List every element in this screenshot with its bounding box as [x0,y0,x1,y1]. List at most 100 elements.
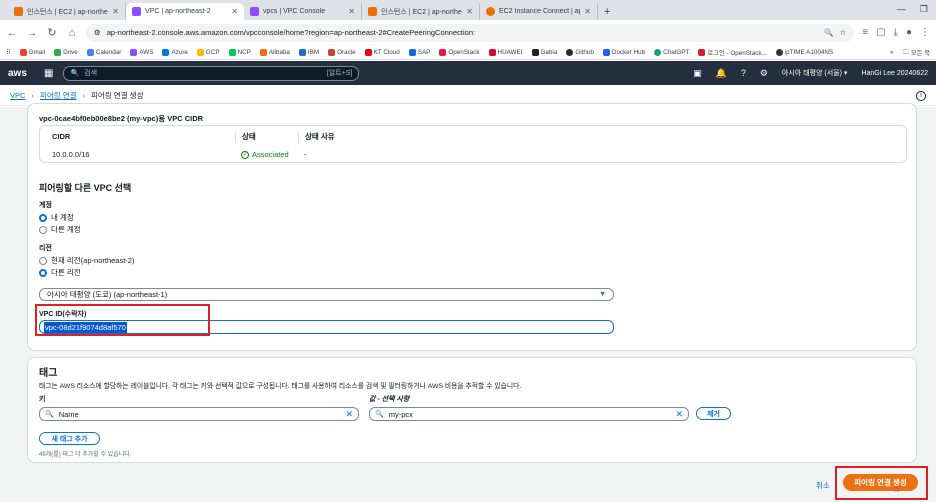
bookmark-item[interactable]: Calendar [86,48,121,56]
bookmark-item[interactable]: ChatGPT [654,48,689,56]
bell-icon[interactable]: 🔔 [716,68,727,79]
tags-title: 태그 [39,368,58,379]
vpcid-input[interactable]: vpc-08d21f9074d8af570 [39,320,614,334]
tags-hint: 49개(를) 태그 더 추가할 수 있습니다. [39,452,132,458]
extensions-icon[interactable]: ▢ [876,27,885,38]
close-tab-icon[interactable]: ✕ [466,7,473,16]
bookmark-item[interactable]: Azure [162,48,188,56]
browser-tab[interactable]: vpcs | VPC Console ✕ [244,3,362,20]
bookmark-item[interactable]: Github [566,48,594,56]
browser-tab[interactable]: EC2 Instance Connect | ap-nor✕ [480,3,598,20]
breadcrumb-peering[interactable]: 피어링 연결 [40,90,77,101]
cloudshell-icon[interactable]: ▣ [693,68,702,79]
zoom-icon[interactable]: 🔍 [824,28,833,37]
hand-cursor-icon: ☝ [893,483,900,495]
bookmarks-overflow-icon[interactable]: » [890,49,894,56]
bookmark-favicon [408,48,416,56]
bookmark-item[interactable]: Gmail [19,48,45,56]
main-content: vpc-0cae4bf0eb00e8be2 (my-vpc)용 VPC CIDR… [0,103,936,502]
profile-icon[interactable]: ● [906,27,912,38]
radio-current-region[interactable]: 현재 리전(ap-northeast-2) [39,255,134,266]
bookmark-folder[interactable]: 🗀 모든 북 [903,47,930,58]
bookmark-item[interactable]: Oracle [328,48,356,56]
window-controls: — ❐ [897,4,928,15]
tag-key-input[interactable]: 🔍 Name ✕ [39,407,359,421]
bookmark-item[interactable]: Alibaba [259,48,290,56]
radio-my-account[interactable]: 내 계정 [39,212,74,223]
bookmark-item[interactable]: IBM [298,48,319,56]
bookmark-favicon [54,48,62,56]
close-tab-icon[interactable]: ✕ [112,7,119,16]
bookmark-favicon [19,48,27,56]
new-tab-icon[interactable]: + [598,6,616,20]
account-label: 계정 [39,202,52,209]
bookmark-item[interactable]: GCP [196,48,220,56]
caret-down-icon: ▼ [599,291,606,298]
breadcrumb-vpc[interactable]: VPC [10,91,25,100]
bookmark-item[interactable]: AWS [130,48,153,56]
account-menu[interactable]: HanGi Lee 20240622 [861,70,928,77]
chevron-right-icon: › [31,91,34,100]
aws-logo[interactable]: aws [8,68,34,79]
bookmark-star-icon[interactable]: ☆ [840,28,847,37]
bookmark-favicon [130,48,138,56]
bookmark-item[interactable]: OpenStack [439,48,480,56]
add-tag-button[interactable]: 새 태그 추가 [39,432,100,445]
home-icon[interactable]: ⌂ [66,27,78,39]
services-grid-icon[interactable]: ▦ [44,68,53,79]
bookmark-item[interactable]: Drive [54,48,78,56]
bookmark-item[interactable]: NCP [228,48,251,56]
browser-tab-active[interactable]: VPC | ap-northeast-2 ✕ [126,3,244,20]
ec2-favicon [486,7,495,16]
browser-tab[interactable]: 인스턴스 | EC2 | ap-northeast-✕ [8,3,126,20]
region-select[interactable]: 아시아 태평양 (도쿄) (ap-northeast-1) ▼ [39,288,614,301]
help-icon[interactable]: ? [741,68,746,78]
section-title: 피어링할 다른 VPC 선택 [39,183,132,193]
bookmark-item[interactable]: KT Cloud [364,48,400,56]
create-peering-button[interactable]: 피어링 연결 생성 [843,474,918,491]
cancel-button[interactable]: 취소 [816,480,830,491]
tag-value-label: 값 - 선택 사항 [369,396,410,403]
bookmark-favicon [775,48,783,56]
bookmark-item[interactable]: HUAWEI [488,48,523,56]
close-tab-icon[interactable]: ✕ [584,7,591,16]
reload-icon[interactable]: ↻ [46,26,58,39]
clear-icon[interactable]: ✕ [675,409,683,420]
bookmark-favicon [259,48,267,56]
apps-icon[interactable]: ⠿ [6,49,11,56]
vpcid-label: VPC ID(수락자) [39,311,87,318]
downloads-icon[interactable]: ⤓ [894,27,898,38]
chevron-right-icon: › [82,91,86,100]
bookmark-item[interactable]: 로그인 - OpenStack... [698,48,767,57]
url-input[interactable]: ⚙ ap-northeast-2.console.aws.amazon.com/… [86,23,855,42]
bookmark-item[interactable]: Docker Hub [602,48,645,56]
gear-icon[interactable]: ⚙ [760,68,768,79]
back-icon[interactable]: ← [6,27,18,39]
bookmark-item[interactable]: ipTIME A1004NS [775,48,833,56]
forward-icon[interactable]: → [26,27,38,39]
bookmark-item[interactable]: Gabia [531,48,557,56]
aws-search-input[interactable]: 🔍 검색 [알트+S] [63,65,360,81]
maximize-icon[interactable]: ❐ [920,4,928,15]
bookmark-favicon [196,48,204,56]
radio-other-account[interactable]: 다른 계정 [39,224,81,235]
tag-value-input[interactable]: 🔍 my-pcx ✕ [369,407,689,421]
bookmark-favicon [298,48,306,56]
bookmark-favicon [162,48,170,56]
more-icon[interactable]: ⋮ [920,27,930,38]
remove-tag-button[interactable]: 제거 [696,407,731,420]
info-icon[interactable]: i [916,90,926,101]
cidr-title: vpc-0cae4bf0eb00e8be2 (my-vpc)용 VPC CIDR [39,114,204,123]
menu-icon[interactable]: ≡ [862,27,868,38]
minimize-icon[interactable]: — [897,4,906,15]
bookmark-favicon [328,48,336,56]
region-selector[interactable]: 아시아 태평양 (서울) ▾ [782,68,848,78]
radio-other-region[interactable]: 다른 리전 [39,267,81,278]
bookmark-favicon [228,48,236,56]
close-tab-icon[interactable]: ✕ [231,7,238,16]
site-info-icon[interactable]: ⚙ [94,28,101,37]
clear-icon[interactable]: ✕ [345,409,353,420]
bookmark-item[interactable]: SAP [408,48,430,56]
browser-tab[interactable]: 인스턴스 | EC2 | ap-northeast-✕ [362,3,480,20]
close-tab-icon[interactable]: ✕ [348,7,355,16]
